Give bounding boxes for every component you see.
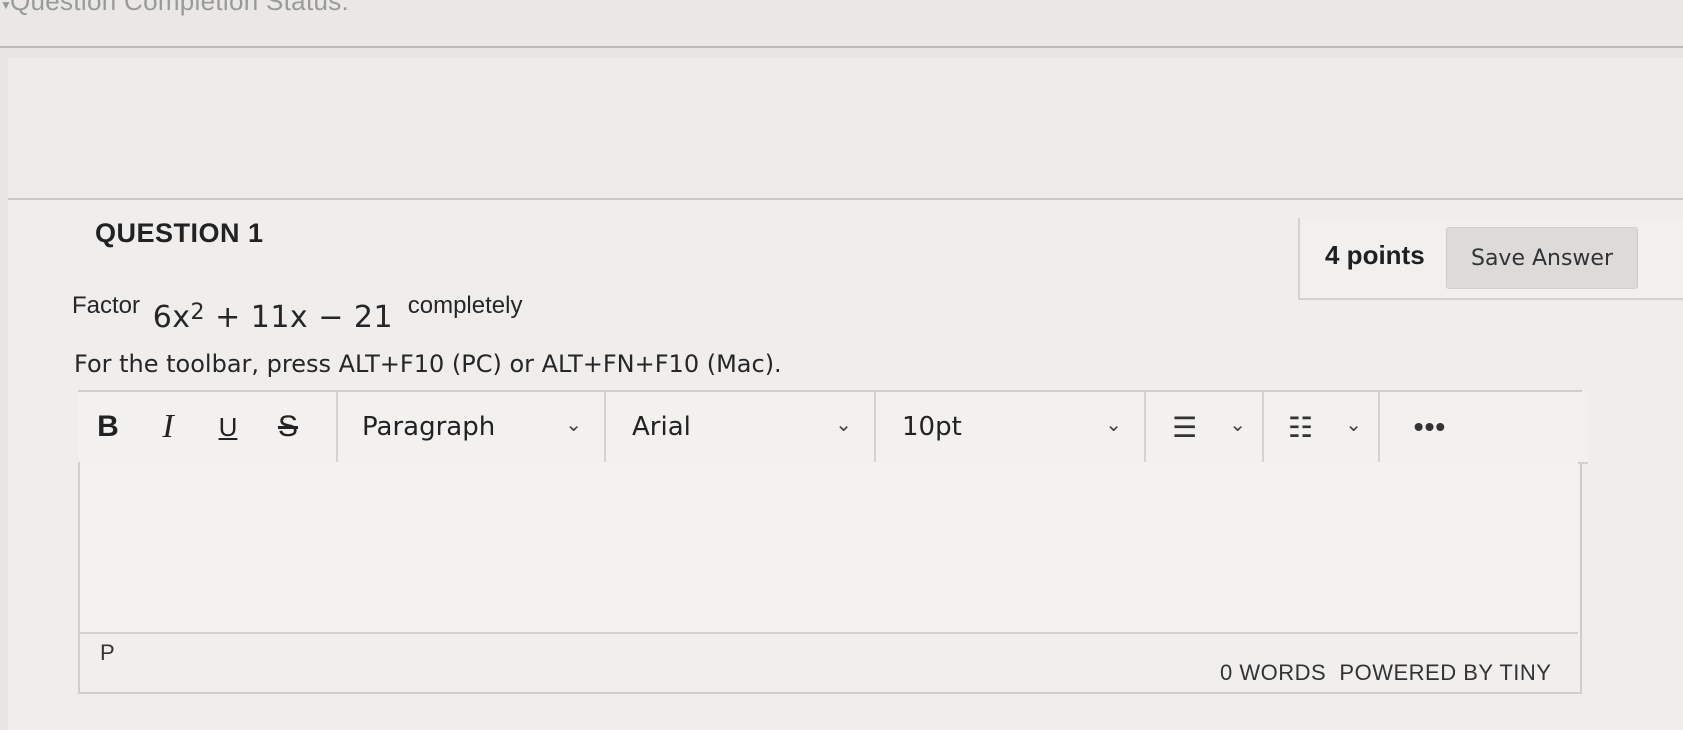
font-size-label: 10pt [902, 412, 962, 442]
chevron-down-icon[interactable]: ⌄ [1229, 412, 1246, 437]
underline-button[interactable]: U [198, 412, 258, 443]
completion-status-label: Question Completion Status: [10, 0, 350, 16]
editor-toolbar: B I U S Paragraph ⌄ Arial ⌄ 10pt ⌄ ☰ ⌄ ☷… [78, 392, 1588, 464]
strikethrough-button[interactable]: S [258, 410, 318, 444]
numbered-list-button[interactable]: ☷ ⌄ [1264, 392, 1380, 462]
toolbar-hint: For the toolbar, press ALT+F10 (PC) or A… [74, 350, 782, 378]
more-icon: ••• [1413, 411, 1447, 442]
element-path[interactable]: P [100, 640, 115, 666]
chevron-down-icon[interactable]: ⌄ [1345, 412, 1362, 437]
block-format-dropdown[interactable]: Paragraph ⌄ [338, 392, 606, 462]
bullet-list-button[interactable]: ☰ ⌄ [1148, 392, 1264, 462]
more-options-button[interactable]: ••• [1380, 392, 1480, 462]
expression-rest: + 11x − 21 [215, 300, 394, 335]
bullet-list-icon: ☰ [1172, 411, 1198, 443]
save-answer-button[interactable]: Save Answer [1446, 227, 1638, 289]
chevron-down-icon: ⌄ [835, 414, 852, 436]
completion-status-bar: ▼ Question Completion Status: [0, 0, 1683, 48]
word-count-label: 0 WORDS [1220, 660, 1327, 685]
editor-content-area[interactable] [80, 462, 1578, 632]
word-count: 0 WORDS POWERED BY TINY [1220, 660, 1552, 686]
font-size-dropdown[interactable]: 10pt ⌄ [878, 392, 1146, 462]
chevron-down-icon: ⌄ [565, 414, 582, 436]
numbered-list-icon: ☷ [1288, 411, 1314, 443]
chevron-down-icon: ⌄ [1105, 414, 1122, 436]
powered-by-link[interactable]: POWERED BY TINY [1339, 660, 1551, 685]
question-title: QUESTION 1 [95, 218, 264, 248]
question-points: 4 points [1325, 240, 1425, 270]
expression-exponent: 2 [190, 300, 206, 325]
math-expression: 6x2 + 11x − 21 [153, 300, 393, 335]
block-format-label: Paragraph [362, 412, 496, 442]
expression-base: 6x [152, 300, 191, 335]
italic-button[interactable]: I [138, 408, 198, 446]
font-family-label: Arial [632, 412, 691, 442]
question-prompt: Factor 6x2 + 11x − 21 completely [72, 286, 523, 335]
spacer [8, 58, 1683, 198]
font-family-dropdown[interactable]: Arial ⌄ [608, 392, 876, 462]
format-group: B I U S [78, 392, 338, 462]
prompt-suffix: completely [407, 292, 523, 319]
prompt-prefix: Factor [72, 292, 141, 319]
bold-button[interactable]: B [78, 410, 138, 444]
